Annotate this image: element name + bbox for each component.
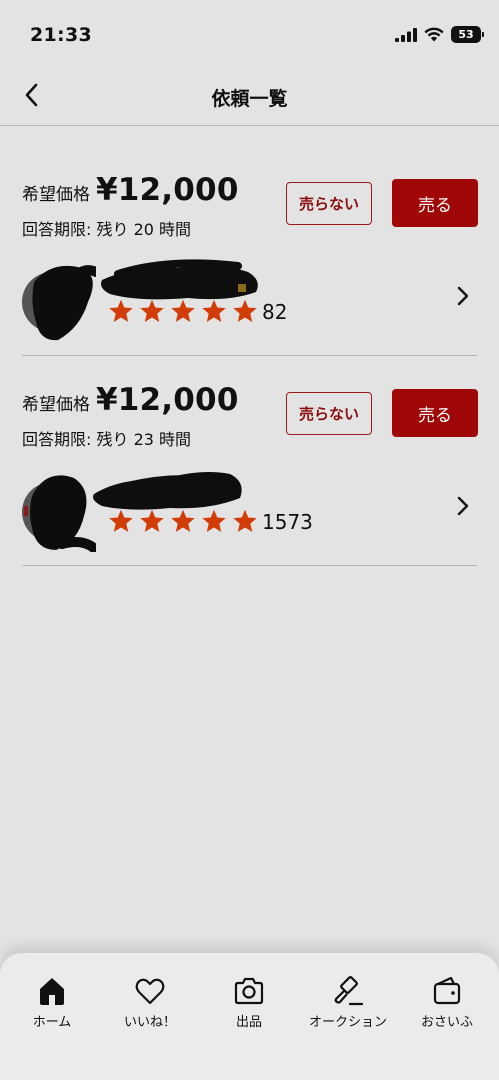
chevron-right-icon[interactable]: [453, 284, 473, 308]
rating-stars: [107, 508, 259, 535]
chevron-right-icon[interactable]: [453, 494, 473, 518]
star-icon: [233, 509, 257, 532]
star-icon: [202, 509, 226, 532]
tab-likes[interactable]: いいね！: [100, 975, 200, 1035]
star-icon: [109, 299, 133, 322]
price-value: ¥12,000: [96, 382, 239, 418]
status-icons: 53: [395, 26, 484, 43]
price-label: 希望価格: [22, 395, 90, 415]
star-icon: [140, 509, 164, 532]
battery-indicator: 53: [451, 26, 484, 43]
price-row: 希望価格 ¥12,000: [22, 382, 239, 418]
wallet-icon: [433, 976, 461, 1005]
signal-icon: [395, 27, 417, 42]
tab-bar: ホーム いいね！ 出品 オークション おさいふ: [0, 953, 499, 1080]
status-bar: 21:33 53: [0, 0, 499, 64]
star-icon: [202, 299, 226, 322]
tab-auction[interactable]: オークション: [298, 975, 398, 1035]
sell-button[interactable]: 売る: [392, 179, 478, 227]
gavel-icon: [334, 976, 364, 1006]
wifi-icon: [424, 27, 444, 42]
rating-stars: [107, 298, 259, 325]
request-card: 希望価格 ¥12,000 回答期限: 残り 23 時間 売らない 売る 1573: [22, 356, 478, 566]
price-label: 希望価格: [22, 185, 90, 205]
rating-count: 82: [262, 300, 288, 324]
tab-label: ホーム: [32, 1015, 72, 1030]
sell-button[interactable]: 売る: [392, 389, 478, 437]
home-icon: [40, 978, 64, 1005]
answer-deadline: 回答期限: 残り 20 時間: [22, 220, 192, 239]
tab-label: オークション: [308, 1015, 387, 1030]
rating-count: 1573: [262, 510, 313, 534]
buyer-row[interactable]: 1573: [22, 464, 477, 554]
tab-sell[interactable]: 出品: [199, 975, 299, 1035]
answer-deadline: 回答期限: 残り 23 時間: [22, 430, 192, 449]
star-icon: [171, 509, 195, 532]
status-time: 21:33: [30, 24, 92, 46]
camera-icon: [234, 977, 264, 1005]
tab-wallet[interactable]: おさいふ: [397, 975, 497, 1035]
decline-button[interactable]: 売らない: [286, 182, 372, 225]
navigation-bar: 依頼一覧: [0, 64, 499, 126]
price-row: 希望価格 ¥12,000: [22, 172, 239, 208]
tab-label: おさいふ: [420, 1015, 473, 1030]
price-value: ¥12,000: [96, 172, 239, 208]
tab-label: 出品: [235, 1015, 262, 1030]
star-icon: [109, 509, 133, 532]
heart-icon: [135, 978, 165, 1005]
tab-home[interactable]: ホーム: [2, 975, 102, 1035]
page-title: 依頼一覧: [211, 88, 288, 110]
request-card: 希望価格 ¥12,000 回答期限: 残り 20 時間 売らない 売る 82: [22, 146, 478, 356]
decline-button[interactable]: 売らない: [286, 392, 372, 435]
star-icon: [233, 299, 257, 322]
star-icon: [171, 299, 195, 322]
battery-level: 53: [458, 28, 474, 41]
avatar: [22, 265, 96, 341]
buyer-row[interactable]: 82: [22, 254, 477, 344]
tab-label: いいね！: [123, 1015, 176, 1030]
avatar: [22, 475, 96, 552]
star-icon: [140, 299, 164, 322]
